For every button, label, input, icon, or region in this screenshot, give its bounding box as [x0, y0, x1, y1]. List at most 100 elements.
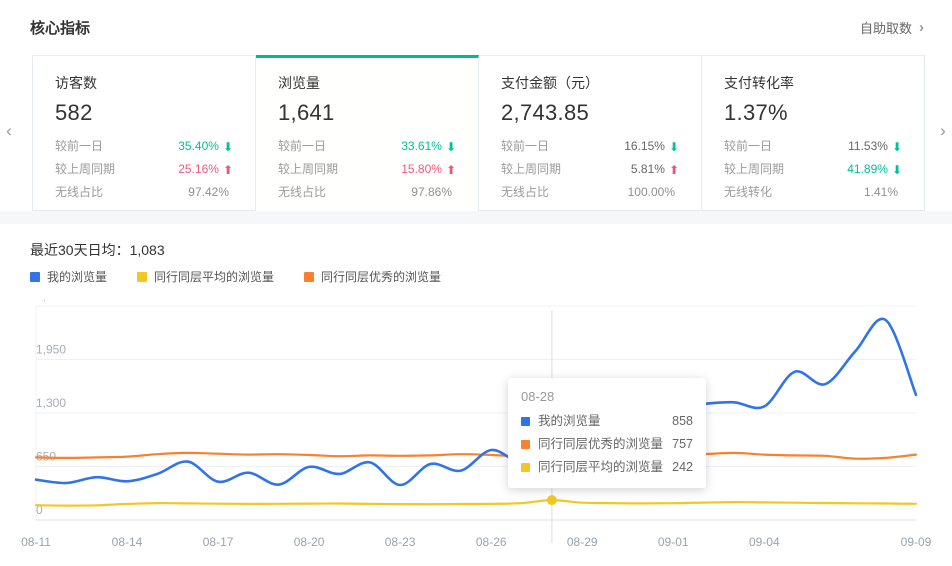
- metric-row-value: 5.81%: [631, 158, 665, 181]
- trend-arrow-icon: ⬇: [223, 141, 233, 153]
- legend-swatch: [30, 272, 40, 282]
- cards-next-button[interactable]: ›: [935, 121, 951, 141]
- metric-row-label: 无线占比: [278, 181, 326, 204]
- tab-card-payment-amount[interactable]: 支付金额（元） 2,743.85 较前一日 16.15% ⬇ 较上周同期 5.81…: [479, 55, 702, 211]
- svg-text:09-01: 09-01: [658, 535, 689, 549]
- metric-row: 较上周同期 15.80% ⬆: [278, 158, 456, 181]
- tooltip-row: 同行同层平均的浏览量 242: [521, 456, 693, 479]
- tab-card-pageviews[interactable]: 浏览量 1,641 较前一日 33.61%⬇ 较上周同期 15.80%⬆ 无线占…: [256, 55, 479, 211]
- legend-swatch: [304, 272, 314, 282]
- metric-row: 较前一日 35.40% ⬇: [55, 135, 233, 158]
- svg-text:08-17: 08-17: [203, 535, 234, 549]
- metric-row-value: 15.80%: [401, 158, 442, 181]
- tooltip-value: 242: [672, 456, 693, 479]
- trend-arrow-icon: ⬇: [892, 164, 902, 176]
- tab-card-conversion-rate[interactable]: 支付转化率 1.37% 较前一日 11.53%⬇ 较上周同期 41.89%⬇ 无…: [702, 55, 925, 211]
- svg-text:1,300: 1,300: [36, 396, 66, 410]
- metric-row: 较前一日 11.53% ⬇: [724, 135, 902, 158]
- metric-row: 无线占比 97.42%: [55, 181, 233, 204]
- metric-row-label: 无线占比: [55, 181, 103, 204]
- metric-row-label: 较前一日: [501, 135, 549, 158]
- metric-row: 较前一日 33.61%⬇: [278, 135, 456, 158]
- tooltip-swatch: [521, 463, 530, 472]
- tooltip-date: 08-28: [521, 389, 693, 404]
- metric-row-label: 较上周同期: [55, 158, 115, 181]
- metric-row-value: 35.40%: [178, 135, 219, 158]
- svg-text:1,950: 1,950: [36, 343, 66, 357]
- svg-text:09-04: 09-04: [749, 535, 780, 549]
- tooltip-row: 同行同层优秀的浏览量 757: [521, 433, 693, 456]
- metric-row-label: 较上周同期: [501, 158, 561, 181]
- metric-row: 无线占比 97.86%: [278, 181, 456, 204]
- tooltip-value: 757: [672, 433, 693, 456]
- metric-row-value: 100.00%: [628, 181, 675, 204]
- metric-row-value: 97.86%: [411, 181, 452, 204]
- svg-text:08-26: 08-26: [476, 535, 507, 549]
- card-value: 1,641: [278, 100, 456, 126]
- svg-text:08-20: 08-20: [294, 535, 325, 549]
- trend-arrow-icon: ⬇: [669, 141, 679, 153]
- legend-swatch: [137, 272, 147, 282]
- tooltip-swatch: [521, 417, 530, 426]
- tooltip-swatch: [521, 440, 530, 449]
- self-service-data-link[interactable]: 自助取数 ›: [860, 18, 924, 37]
- trend-arrow-icon: ⬆: [446, 164, 456, 176]
- chart-legend: 我的浏览量 同行同层平均的浏览量 同行同层优秀的浏览量: [30, 268, 441, 285]
- metric-row-label: 无线占比: [501, 181, 549, 204]
- legend-item-peer-average[interactable]: 同行同层平均的浏览量: [137, 268, 274, 285]
- card-title: 支付金额（元）: [501, 73, 679, 93]
- legend-item-peer-excellent[interactable]: 同行同层优秀的浏览量: [304, 268, 441, 285]
- metric-row-label: 较上周同期: [278, 158, 338, 181]
- metric-row-value: 33.61%: [401, 135, 442, 158]
- panel-header: 核心指标 自助取数 ›: [0, 0, 952, 55]
- tooltip-label: 同行同层优秀的浏览量: [538, 433, 663, 456]
- metric-row-value: 97.42%: [188, 181, 229, 204]
- metric-row: 较上周同期 25.16%⬆: [55, 158, 233, 181]
- metric-row-value: 1.41%: [864, 181, 898, 204]
- card-title: 访客数: [55, 73, 233, 93]
- trend-arrow-icon: ⬇: [892, 141, 902, 153]
- card-rows: 较前一日 11.53%⬇ 较上周同期 41.89%⬇ 无线转化 1.41%: [724, 135, 902, 204]
- card-value: 582: [55, 100, 233, 126]
- metric-row-label: 无线转化: [724, 181, 772, 204]
- card-title: 支付转化率: [724, 73, 902, 93]
- legend-item-my-pageviews[interactable]: 我的浏览量: [30, 268, 107, 285]
- metric-row-value: 25.16%: [178, 158, 219, 181]
- card-value: 1.37%: [724, 100, 902, 126]
- metric-row-label: 较前一日: [55, 135, 103, 158]
- tab-card-visitors[interactable]: 访客数 582 较前一日 35.40% ⬇ 较上周同期 25.16%⬆ 无线占比 …: [32, 55, 256, 211]
- metric-row-value: 16.15%: [624, 135, 665, 158]
- trend-arrow-icon: ⬆: [669, 164, 679, 176]
- legend-label: 同行同层优秀的浏览量: [321, 268, 441, 285]
- svg-text:08-23: 08-23: [385, 535, 416, 549]
- metric-row: 无线转化 1.41%: [724, 181, 902, 204]
- metric-cards: 访客数 582 较前一日 35.40%⬇ 较上周同期 25.16%⬆ 无线占比 …: [32, 55, 925, 211]
- metric-row: 较上周同期 5.81% ⬆: [501, 158, 679, 181]
- tooltip-row: 我的浏览量 858: [521, 410, 693, 433]
- metric-cards-zone: ‹ › 访客数 582 较前一日 35.40%⬇ 较上周同期 25.16%⬆ 无…: [0, 55, 952, 211]
- svg-text:09-09: 09-09: [901, 535, 932, 549]
- cards-prev-button[interactable]: ‹: [1, 121, 17, 141]
- chevron-right-icon: ›: [919, 19, 924, 36]
- card-rows: 较前一日 33.61%⬇ 较上周同期 15.80% ⬆ 无线占比 97.86%: [278, 135, 456, 204]
- tooltip-label: 我的浏览量: [538, 410, 601, 433]
- metric-row: 较前一日 16.15% ⬇: [501, 135, 679, 158]
- metric-row-value: 11.53%: [848, 135, 888, 158]
- svg-text:08-14: 08-14: [112, 535, 143, 549]
- metric-row-label: 较前一日: [724, 135, 772, 158]
- page-title: 核心指标: [30, 17, 90, 38]
- legend-label: 同行同层平均的浏览量: [154, 268, 274, 285]
- metric-row: 较上周同期 41.89%⬇: [724, 158, 902, 181]
- svg-text:2,600: 2,600: [36, 300, 66, 303]
- metric-row-value: 41.89%: [847, 158, 888, 181]
- avg-30d-label: 最近30天日均：1,083: [30, 240, 165, 260]
- line-chart-canvas[interactable]: 06501,3001,9502,60008-1108-1408-1708-200…: [0, 300, 952, 566]
- metric-row-label: 较前一日: [278, 135, 326, 158]
- chart-tooltip: 08-28 我的浏览量 858 同行同层优秀的浏览量 757 同行同层平均的浏览…: [508, 378, 706, 488]
- tooltip-value: 858: [672, 410, 693, 433]
- svg-text:08-29: 08-29: [567, 535, 598, 549]
- svg-text:08-11: 08-11: [21, 535, 51, 549]
- card-value: 2,743.85: [501, 100, 679, 126]
- tooltip-label: 同行同层平均的浏览量: [538, 456, 663, 479]
- self-service-data-label: 自助取数: [860, 18, 912, 37]
